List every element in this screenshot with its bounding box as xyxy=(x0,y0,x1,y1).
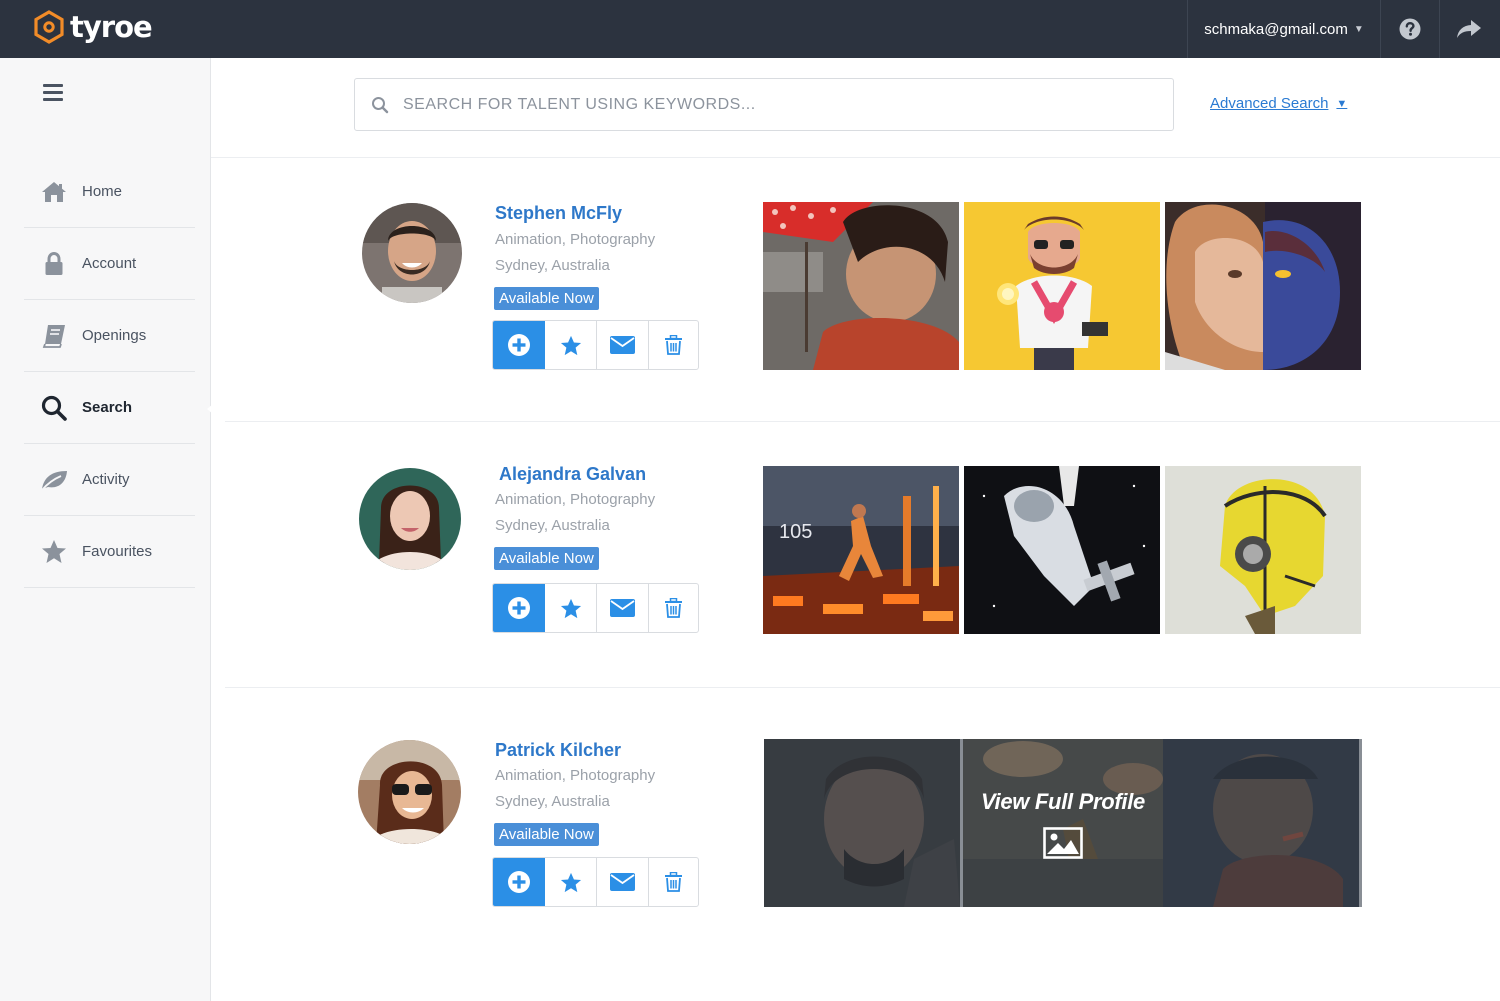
sidebar-item-home[interactable]: Home xyxy=(24,156,195,228)
sidebar-item-search[interactable]: Search xyxy=(24,372,219,444)
logo-hexagon-icon xyxy=(34,10,64,44)
lock-icon xyxy=(40,250,68,278)
delete-button[interactable] xyxy=(649,321,698,369)
favourite-button[interactable] xyxy=(545,858,597,906)
portfolio-thumbnails[interactable]: View Full Profile xyxy=(764,739,1362,907)
sidebar-item-label: Account xyxy=(82,255,137,272)
portfolio-thumbnail[interactable]: 105 xyxy=(763,466,959,634)
sidebar-item-label: Activity xyxy=(82,471,130,488)
portfolio-thumbnail[interactable] xyxy=(1165,202,1361,370)
sidebar-item-openings[interactable]: Openings xyxy=(24,300,195,372)
search-icon xyxy=(40,394,68,422)
trash-icon xyxy=(665,598,682,618)
plus-circle-icon xyxy=(508,597,530,619)
envelope-icon xyxy=(610,336,635,354)
caret-down-icon: ▼ xyxy=(1353,23,1364,35)
talent-location: Sydney, Australia xyxy=(495,257,610,274)
availability-badge: Available Now xyxy=(494,547,599,570)
logout-button[interactable] xyxy=(1440,0,1498,58)
talent-location: Sydney, Australia xyxy=(495,517,610,534)
envelope-icon xyxy=(610,599,635,617)
portfolio-thumbnail[interactable] xyxy=(1165,466,1361,634)
divider xyxy=(225,687,1500,688)
sidebar-item-label: Home xyxy=(82,183,123,200)
delete-button[interactable] xyxy=(649,584,698,632)
message-button[interactable] xyxy=(597,584,649,632)
sidebar-item-favourites[interactable]: Favourites xyxy=(24,516,195,588)
book-icon xyxy=(40,322,68,350)
trash-icon xyxy=(665,872,682,892)
portfolio-thumbnails xyxy=(763,202,1361,370)
plus-circle-icon xyxy=(508,871,530,893)
action-group xyxy=(492,583,699,633)
sidebar-item-label: Openings xyxy=(82,327,147,344)
search-input[interactable] xyxy=(403,95,1143,114)
image-icon xyxy=(1043,827,1083,859)
advanced-search-link[interactable]: Advanced Search ▼ xyxy=(1210,95,1347,112)
share-arrow-icon xyxy=(1457,20,1481,38)
help-icon xyxy=(1399,18,1421,40)
home-icon xyxy=(40,178,68,206)
favourite-button[interactable] xyxy=(545,321,597,369)
caret-down-icon: ▼ xyxy=(1336,97,1348,110)
search-box[interactable] xyxy=(354,78,1174,131)
sidebar-item-label: Favourites xyxy=(82,543,153,560)
user-email: schmaka@gmail.com xyxy=(1204,20,1348,38)
talent-name-link[interactable]: Patrick Kilcher xyxy=(495,740,621,761)
talent-skills: Animation, Photography xyxy=(495,491,656,508)
divider xyxy=(225,421,1500,422)
leaf-icon xyxy=(40,466,68,494)
favourite-button[interactable] xyxy=(545,584,597,632)
star-icon xyxy=(560,872,581,892)
portfolio-thumbnail[interactable] xyxy=(964,202,1160,370)
sidebar-item-account[interactable]: Account xyxy=(24,228,195,300)
add-button[interactable] xyxy=(493,584,545,632)
sidebar-nav: Home Account Openings Search Activity Fa… xyxy=(24,156,219,588)
sidebar: Home Account Openings Search Activity Fa… xyxy=(0,58,219,1001)
talent-name-link[interactable]: Alejandra Galvan xyxy=(499,464,646,485)
brand-name: tyroe xyxy=(70,10,153,44)
add-button[interactable] xyxy=(493,321,545,369)
action-group xyxy=(492,857,699,907)
portfolio-thumbnail[interactable] xyxy=(763,202,959,370)
star-icon xyxy=(560,598,581,618)
logo[interactable]: tyroe xyxy=(34,10,153,44)
talent-skills: Animation, Photography xyxy=(495,767,656,784)
message-button[interactable] xyxy=(597,858,649,906)
menu-toggle-icon[interactable] xyxy=(43,84,63,101)
view-full-profile-label: View Full Profile xyxy=(980,789,1145,814)
talent-name-link[interactable]: Stephen McFly xyxy=(495,203,622,224)
search-header: Advanced Search ▼ xyxy=(211,58,1500,158)
active-indicator xyxy=(207,399,219,419)
add-button[interactable] xyxy=(493,858,545,906)
action-group xyxy=(492,320,699,370)
portfolio-thumbnail[interactable] xyxy=(964,466,1160,634)
talent-skills: Animation, Photography xyxy=(495,231,656,248)
envelope-icon xyxy=(610,873,635,891)
sidebar-item-activity[interactable]: Activity xyxy=(24,444,195,516)
advanced-search-label: Advanced Search xyxy=(1210,95,1329,112)
talent-location: Sydney, Australia xyxy=(495,793,610,810)
sidebar-item-label: Search xyxy=(82,399,133,416)
view-full-profile-button[interactable]: View Full Profile xyxy=(764,739,1362,907)
search-icon xyxy=(372,96,389,113)
top-bar: tyroe schmaka@gmail.com ▼ xyxy=(0,0,1500,58)
availability-badge: Available Now xyxy=(494,823,599,846)
star-icon xyxy=(40,538,68,566)
availability-badge: Available Now xyxy=(494,287,599,310)
avatar[interactable] xyxy=(362,203,462,303)
svg-text:105: 105 xyxy=(779,521,812,543)
avatar[interactable] xyxy=(359,468,461,570)
user-menu-button[interactable]: schmaka@gmail.com ▼ xyxy=(1188,0,1380,58)
trash-icon xyxy=(665,335,682,355)
help-button[interactable] xyxy=(1381,0,1439,58)
delete-button[interactable] xyxy=(649,858,698,906)
portfolio-thumbnails: 105 xyxy=(763,466,1361,634)
avatar[interactable] xyxy=(358,740,461,844)
star-icon xyxy=(560,335,581,355)
plus-circle-icon xyxy=(508,334,530,356)
message-button[interactable] xyxy=(597,321,649,369)
